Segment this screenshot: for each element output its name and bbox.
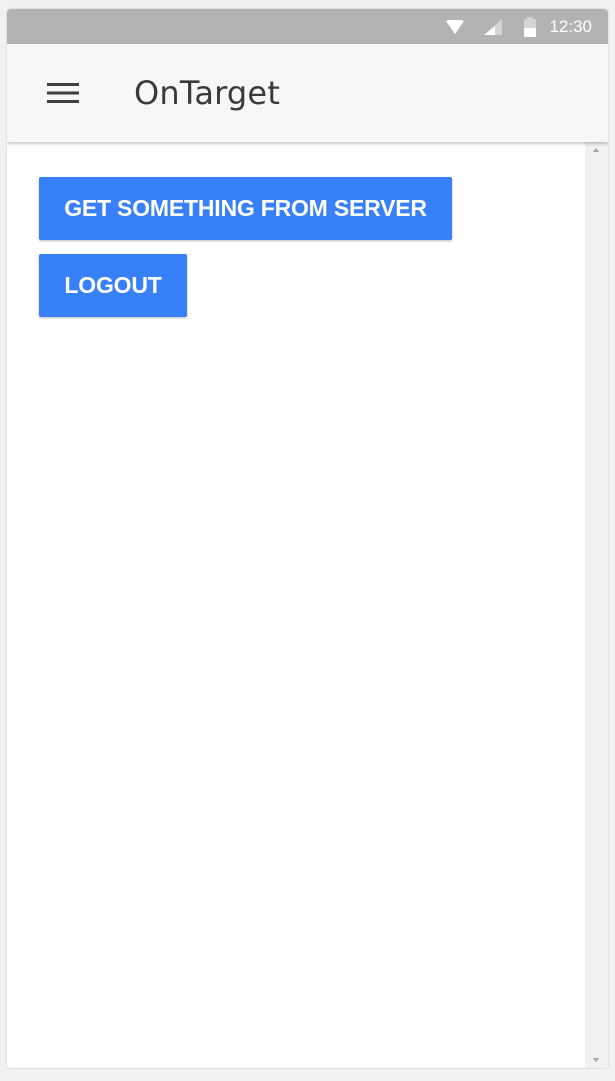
cell-signal-icon	[484, 18, 503, 35]
battery-icon	[524, 16, 537, 37]
get-something-from-server-button[interactable]: GET SOMETHING FROM SERVER	[39, 177, 452, 240]
phone-screen: 12:30 OnTarget GET SOMETHING FROM SERVER…	[7, 9, 608, 1068]
hamburger-menu-icon	[47, 83, 79, 103]
status-time: 12:30	[549, 16, 592, 36]
wifi-icon	[446, 19, 465, 34]
logout-button[interactable]: LOGOUT	[39, 254, 187, 317]
menu-button[interactable]	[47, 81, 79, 105]
status-icons: 12:30	[446, 9, 592, 44]
scroll-down-arrow-icon[interactable]	[593, 1058, 599, 1062]
scroll-up-arrow-icon[interactable]	[593, 148, 599, 152]
status-bar: 12:30	[7, 9, 608, 44]
app-title: OnTarget	[134, 74, 281, 112]
app-bar: OnTarget	[7, 44, 608, 142]
vertical-scrollbar[interactable]	[585, 142, 608, 1068]
main-content: GET SOMETHING FROM SERVER LOGOUT	[7, 142, 585, 1068]
